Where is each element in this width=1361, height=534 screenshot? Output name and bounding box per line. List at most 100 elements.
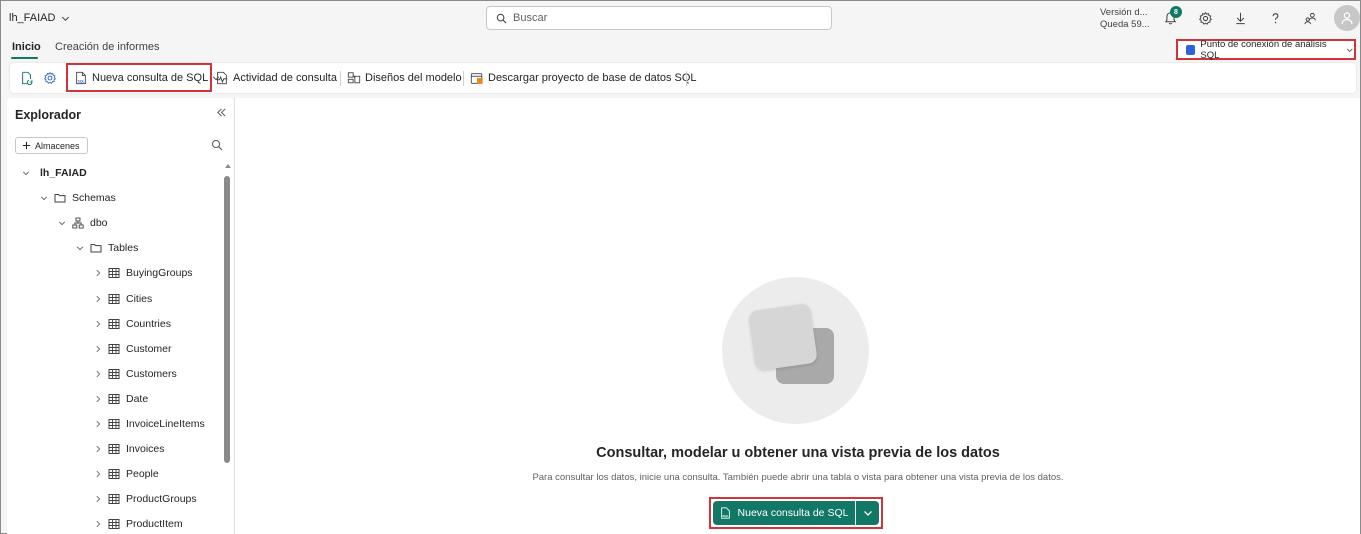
explorer-panel: Explorador Almacenes lh_FAIAD Schemas dbo T… bbox=[7, 98, 234, 534]
settings-toolbar-button[interactable] bbox=[43, 63, 57, 93]
table-icon bbox=[108, 519, 120, 529]
download-sql-project-label: Descargar proyecto de base de datos SQL bbox=[488, 72, 697, 84]
gear-icon bbox=[43, 71, 57, 84]
table-icon bbox=[108, 444, 120, 454]
avatar[interactable] bbox=[1334, 5, 1360, 31]
tree-item[interactable]: Date bbox=[94, 388, 148, 410]
toolbar-divider bbox=[463, 71, 464, 86]
tree-item[interactable]: dbo bbox=[58, 212, 108, 234]
scroll-up-arrow[interactable] bbox=[225, 164, 231, 168]
table-icon bbox=[108, 294, 120, 304]
top-bar: lh_FAIAD Buscar Versión d... Queda 59...… bbox=[1, 1, 1360, 35]
sql-file-icon: SQL bbox=[720, 507, 730, 519]
database-project-icon bbox=[470, 73, 483, 84]
sql-endpoint-icon bbox=[1186, 44, 1196, 55]
search-input[interactable]: Buscar bbox=[486, 6, 832, 30]
ribbon-tabs: Inicio Creación de informes bbox=[1, 35, 1360, 63]
tree-item-label: Tables bbox=[108, 242, 139, 254]
tree-item[interactable]: Customer bbox=[94, 338, 172, 360]
add-warehouses-button[interactable]: Almacenes bbox=[15, 137, 88, 154]
tree-item[interactable]: Cities bbox=[94, 288, 152, 310]
tree-item[interactable]: ProductGroups bbox=[94, 488, 197, 510]
query-activity-button[interactable]: Actividad de consulta bbox=[215, 63, 337, 93]
person-icon bbox=[1341, 12, 1353, 25]
notification-badge: 8 bbox=[1170, 6, 1182, 18]
refresh-button[interactable] bbox=[20, 63, 34, 93]
chevron-down-icon bbox=[1347, 48, 1354, 52]
toolbar-divider bbox=[340, 71, 341, 86]
download-sql-project-button[interactable]: Descargar proyecto de base de datos SQL bbox=[470, 63, 697, 93]
search-icon[interactable] bbox=[211, 139, 223, 151]
empty-state-illustration bbox=[722, 277, 869, 424]
version-info[interactable]: Versión d... Queda 59... bbox=[1100, 7, 1150, 31]
add-warehouses-label: Almacenes bbox=[35, 140, 80, 151]
table-icon bbox=[108, 469, 120, 479]
scrollbar-thumb[interactable] bbox=[224, 176, 230, 463]
cta-label: Nueva consulta de SQL bbox=[737, 507, 849, 519]
version-line-1: Versión d... bbox=[1100, 7, 1148, 18]
chevron-right-icon bbox=[96, 320, 101, 328]
workspace-name: lh_FAIAD bbox=[9, 12, 56, 24]
tree-item-label: lh_FAIAD bbox=[40, 167, 87, 179]
chevron-right-icon bbox=[96, 470, 101, 478]
highlight-new-query bbox=[66, 63, 212, 92]
endpoint-selector[interactable]: Punto de conexión de análisis SQL bbox=[1176, 39, 1356, 61]
version-line-2: Queda 59... bbox=[1100, 19, 1150, 30]
table-icon bbox=[108, 494, 120, 504]
chevron-right-icon bbox=[96, 520, 101, 528]
tree-item[interactable]: Countries bbox=[94, 313, 171, 335]
tree-item-label: Countries bbox=[126, 318, 171, 330]
workspace-selector[interactable]: lh_FAIAD bbox=[9, 12, 70, 24]
new-sql-query-cta-button[interactable]: SQL Nueva consulta de SQL bbox=[713, 501, 855, 525]
cta-dropdown-button[interactable] bbox=[856, 501, 879, 525]
tree-item-label: Cities bbox=[126, 293, 153, 305]
tree-item-label: Date bbox=[126, 393, 149, 405]
folder-icon bbox=[54, 194, 66, 203]
chevron-down-icon bbox=[40, 196, 48, 201]
empty-state-description: Para consultar los datos, inicie una con… bbox=[532, 472, 1064, 483]
people-share-icon bbox=[1303, 12, 1316, 24]
tree-item[interactable]: BuyingGroups bbox=[94, 262, 193, 284]
chevron-right-icon bbox=[96, 420, 101, 428]
svg-text:SQL: SQL bbox=[722, 514, 728, 518]
chevron-right-icon bbox=[96, 395, 101, 403]
download-button[interactable] bbox=[1232, 10, 1248, 26]
tree-item[interactable]: People bbox=[94, 463, 159, 485]
tree-item[interactable]: Customers bbox=[94, 363, 177, 385]
query-canvas: Consultar, modelar u obtener una vista p… bbox=[234, 98, 1360, 534]
collapse-panel-icon[interactable] bbox=[216, 107, 227, 118]
chevron-down-icon bbox=[58, 221, 66, 226]
table-icon bbox=[108, 319, 120, 329]
tree-item[interactable]: lh_FAIAD bbox=[22, 162, 87, 184]
tree-item-label: Customer bbox=[126, 343, 172, 355]
chevron-right-icon bbox=[96, 370, 101, 378]
share-button[interactable] bbox=[1302, 10, 1318, 26]
chevron-right-icon bbox=[96, 295, 101, 303]
model-layouts-button[interactable]: Diseños del modelo bbox=[347, 63, 462, 93]
model-layout-icon bbox=[347, 72, 361, 84]
plus-icon bbox=[22, 141, 31, 150]
active-tab-indicator bbox=[11, 57, 38, 59]
tree-item[interactable]: Schemas bbox=[40, 187, 116, 209]
chevron-down-icon bbox=[863, 511, 872, 516]
tree-item-label: Invoices bbox=[126, 443, 165, 455]
search-icon bbox=[496, 13, 507, 23]
tree-item[interactable]: Tables bbox=[76, 237, 138, 259]
settings-button[interactable] bbox=[1197, 10, 1213, 26]
chevron-right-icon bbox=[96, 345, 101, 353]
tree-item-label: ProductItem bbox=[126, 518, 183, 530]
tree-item[interactable]: InvoiceLineItems bbox=[94, 413, 205, 435]
tree-item[interactable]: ProductItem bbox=[94, 513, 183, 534]
query-activity-label: Actividad de consulta bbox=[233, 72, 337, 84]
help-icon bbox=[1272, 12, 1278, 23]
tab-inicio[interactable]: Inicio bbox=[12, 41, 41, 53]
tree-item-label: Customers bbox=[126, 368, 177, 380]
tree-item-label: BuyingGroups bbox=[126, 267, 193, 279]
refresh-doc-icon bbox=[22, 71, 33, 85]
tree-item-label: ProductGroups bbox=[126, 493, 197, 505]
table-icon bbox=[108, 394, 120, 404]
tab-creacion-de-informes[interactable]: Creación de informes bbox=[55, 41, 160, 53]
tree-item[interactable]: Invoices bbox=[94, 438, 165, 460]
help-button[interactable] bbox=[1267, 10, 1283, 26]
search-placeholder: Buscar bbox=[513, 12, 548, 24]
